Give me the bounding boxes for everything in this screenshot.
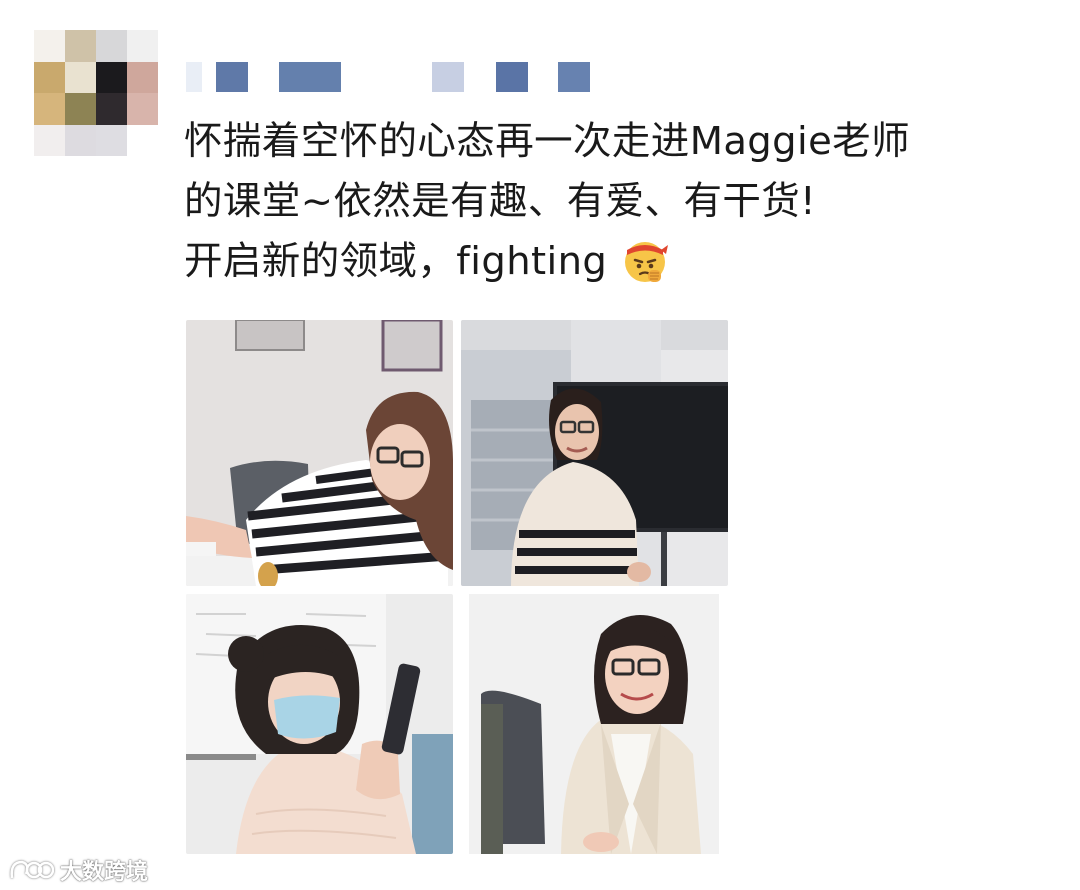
photo-student-with-mask[interactable] <box>186 594 453 854</box>
photo-student-striped-shirt[interactable] <box>186 320 453 586</box>
post-line-3: 开启新的领域，fighting <box>184 232 1064 292</box>
post-line-1: 怀揣着空怀的心态再一次走进Maggie老师 <box>184 119 910 164</box>
post-line-3-text: 开启新的领域，fighting <box>184 239 608 284</box>
watermark: 大数跨境 <box>8 854 148 886</box>
brand-logo-icon <box>10 860 54 879</box>
fighting-emoji-icon <box>621 236 669 284</box>
post-text: 怀揣着空怀的心态再一次走进Maggie老师 的课堂~依然是有趣、有爱、有干货! … <box>184 112 1064 292</box>
author-name[interactable] <box>186 62 606 92</box>
watermark-text: 大数跨境 <box>60 860 149 885</box>
photo-student-beige-blazer[interactable] <box>461 594 728 854</box>
photo-teacher-striped-sweater[interactable] <box>461 320 728 586</box>
post-line-2: 的课堂~依然是有趣、有爱、有干货! <box>184 179 816 224</box>
avatar[interactable] <box>34 30 158 156</box>
